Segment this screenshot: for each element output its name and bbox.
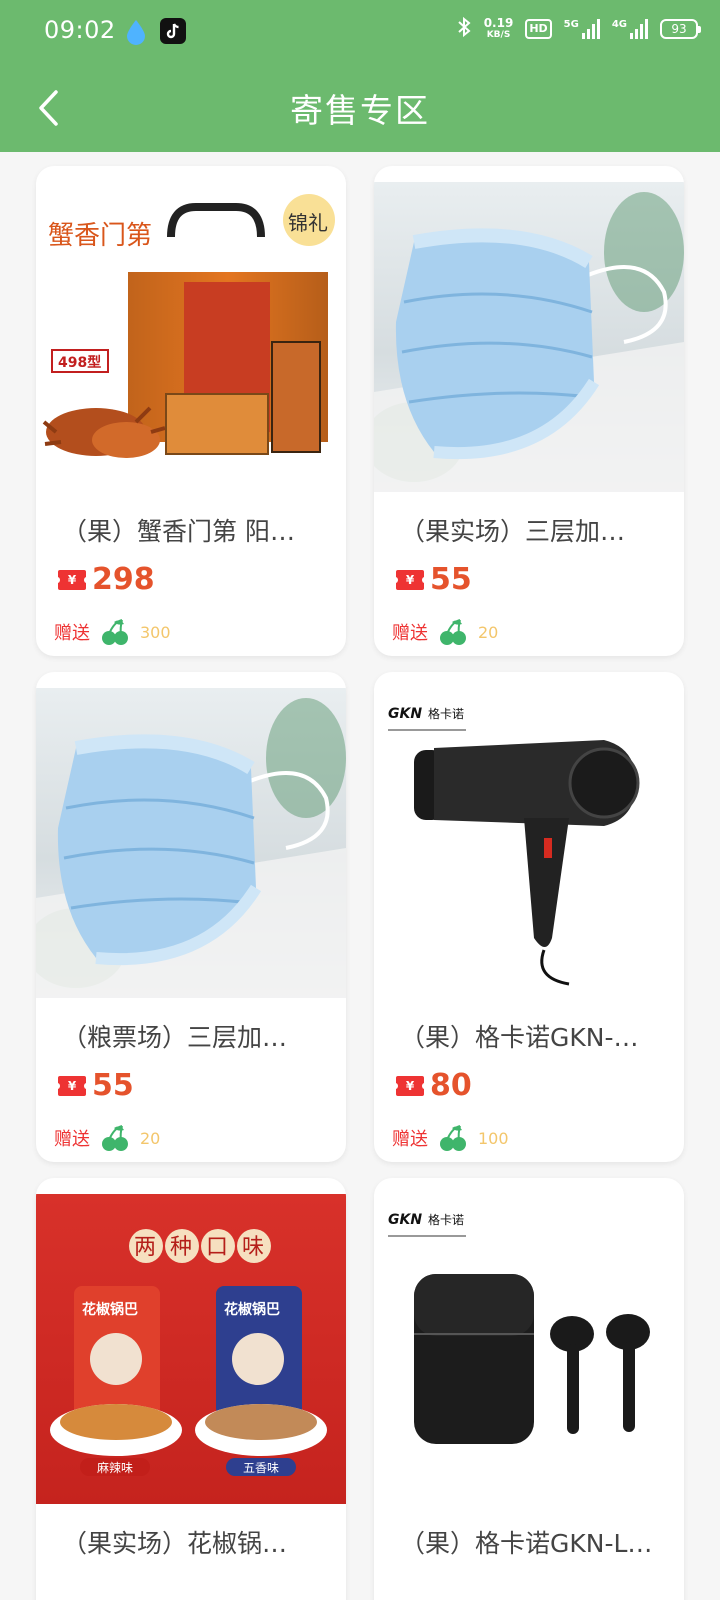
price-ticket-icon: ¥ (55, 569, 89, 590)
product-name: （粮票场）三层加… (62, 1023, 288, 1052)
price-amount: 80 (430, 1068, 472, 1103)
product-card[interactable]: （果实场）三层加… ¥ 55 赠送 20 (374, 166, 684, 656)
product-grid: 蟹香门第 锦礼 498型 （果）蟹香门第 阳… ¥ 298 赠送 300 （果实… (0, 152, 720, 1600)
gkn-brand-cn: 格卡诺 (428, 1212, 464, 1227)
svg-text:味: 味 (242, 1235, 264, 1260)
svg-text:种: 种 (170, 1235, 192, 1260)
product-image-earbuds: GKN 格卡诺 (374, 1194, 684, 1504)
app-header: 09:02 0.19 KB/S HD 5G 4G 93 寄售专区 (0, 0, 720, 152)
gift-label: 赠送 (54, 623, 90, 644)
product-card[interactable]: GKN 格卡诺 （果）格卡诺GKN-L… (374, 1178, 684, 1600)
gift-label: 赠送 (392, 1129, 428, 1150)
gift-info: 赠送 100 (392, 1124, 509, 1152)
product-image-face-mask (36, 688, 346, 998)
battery-icon: 93 (660, 19, 701, 39)
gift-count: 100 (478, 1128, 509, 1148)
price-ticket-icon: ¥ (393, 1075, 427, 1096)
price-ticket-icon: ¥ (393, 569, 427, 590)
gift-label: 赠送 (392, 623, 428, 644)
product-image-snack-bags: 两 种 口 味 花椒锅巴 花椒锅巴 麻辣味 五香味 (36, 1194, 346, 1504)
signal-4g-icon: 4G (612, 19, 648, 39)
price-ticket-icon: ¥ (55, 1075, 89, 1096)
crab-brand-logo: 蟹香门第 (48, 221, 152, 251)
status-icons: 0.19 KB/S HD 5G 4G 93 (456, 16, 701, 42)
gift-info: 赠送 20 (54, 1124, 160, 1152)
droplet-app-icon (124, 18, 148, 46)
gkn-brand-logo: GKN (388, 1212, 422, 1228)
product-price: ¥ 55 (55, 1068, 134, 1103)
gkn-brand-cn: 格卡诺 (428, 706, 464, 721)
bluetooth-icon (456, 16, 472, 42)
page-title: 寄售专区 (290, 91, 430, 130)
tiktok-app-icon (160, 18, 186, 44)
svg-text:两: 两 (134, 1235, 156, 1260)
product-price: ¥ 298 (55, 562, 155, 597)
network-speed: 0.19 KB/S (483, 16, 514, 40)
model-badge: 498型 (58, 354, 101, 371)
cherry-icon (102, 1125, 128, 1151)
product-name: （果）格卡诺GKN-… (400, 1023, 639, 1052)
seal-label: 锦礼 (288, 211, 328, 235)
signal-5g-icon: 5G (564, 19, 600, 39)
product-card[interactable]: （粮票场）三层加… ¥ 55 赠送 20 (36, 672, 346, 1162)
snack-bag-label: 花椒锅巴 (82, 1301, 138, 1318)
cherry-icon (102, 619, 128, 645)
flavor-label-five-spice: 五香味 (243, 1461, 279, 1475)
product-image-hair-dryer: GKN 格卡诺 (374, 688, 684, 998)
cherry-icon (440, 1125, 466, 1151)
status-bar: 09:02 0.19 KB/S HD 5G 4G 93 (0, 0, 720, 64)
cherry-icon (440, 619, 466, 645)
hd-voice-icon: HD (525, 19, 552, 39)
product-price: ¥ 80 (393, 1068, 472, 1103)
product-name: （果实场）花椒锅… (62, 1529, 288, 1558)
product-name: （果）蟹香门第 阳… (62, 517, 295, 546)
snack-headline: 两 种 口 味 (129, 1229, 271, 1263)
product-card[interactable]: GKN 格卡诺 （果）格卡诺GKN-… ¥ 80 赠送 100 (374, 672, 684, 1162)
gift-count: 20 (478, 622, 499, 642)
price-amount: 55 (430, 562, 472, 597)
product-image-crab-gift-box: 蟹香门第 锦礼 498型 (36, 182, 346, 492)
product-name: （果）格卡诺GKN-L… (400, 1529, 653, 1558)
status-time: 09:02 (44, 16, 116, 44)
product-price: ¥ 55 (393, 562, 472, 597)
product-image-face-mask (374, 182, 684, 492)
snack-bag-label: 花椒锅巴 (224, 1301, 280, 1318)
gift-info: 赠送 300 (54, 618, 171, 646)
nav-bar: 寄售专区 (0, 64, 720, 152)
product-card[interactable]: 两 种 口 味 花椒锅巴 花椒锅巴 麻辣味 五香味 （果实场）花椒锅… (36, 1178, 346, 1600)
product-name: （果实场）三层加… (400, 517, 626, 546)
gift-info: 赠送 20 (392, 618, 498, 646)
product-card[interactable]: 蟹香门第 锦礼 498型 （果）蟹香门第 阳… ¥ 298 赠送 300 (36, 166, 346, 656)
gift-count: 300 (140, 622, 171, 642)
flavor-label-spicy: 麻辣味 (97, 1460, 133, 1475)
gift-count: 20 (140, 1128, 161, 1148)
svg-text:口: 口 (206, 1235, 228, 1260)
gift-label: 赠送 (54, 1129, 90, 1150)
price-amount: 298 (92, 562, 155, 597)
gkn-brand-logo: GKN (388, 706, 422, 722)
price-amount: 55 (92, 1068, 134, 1103)
